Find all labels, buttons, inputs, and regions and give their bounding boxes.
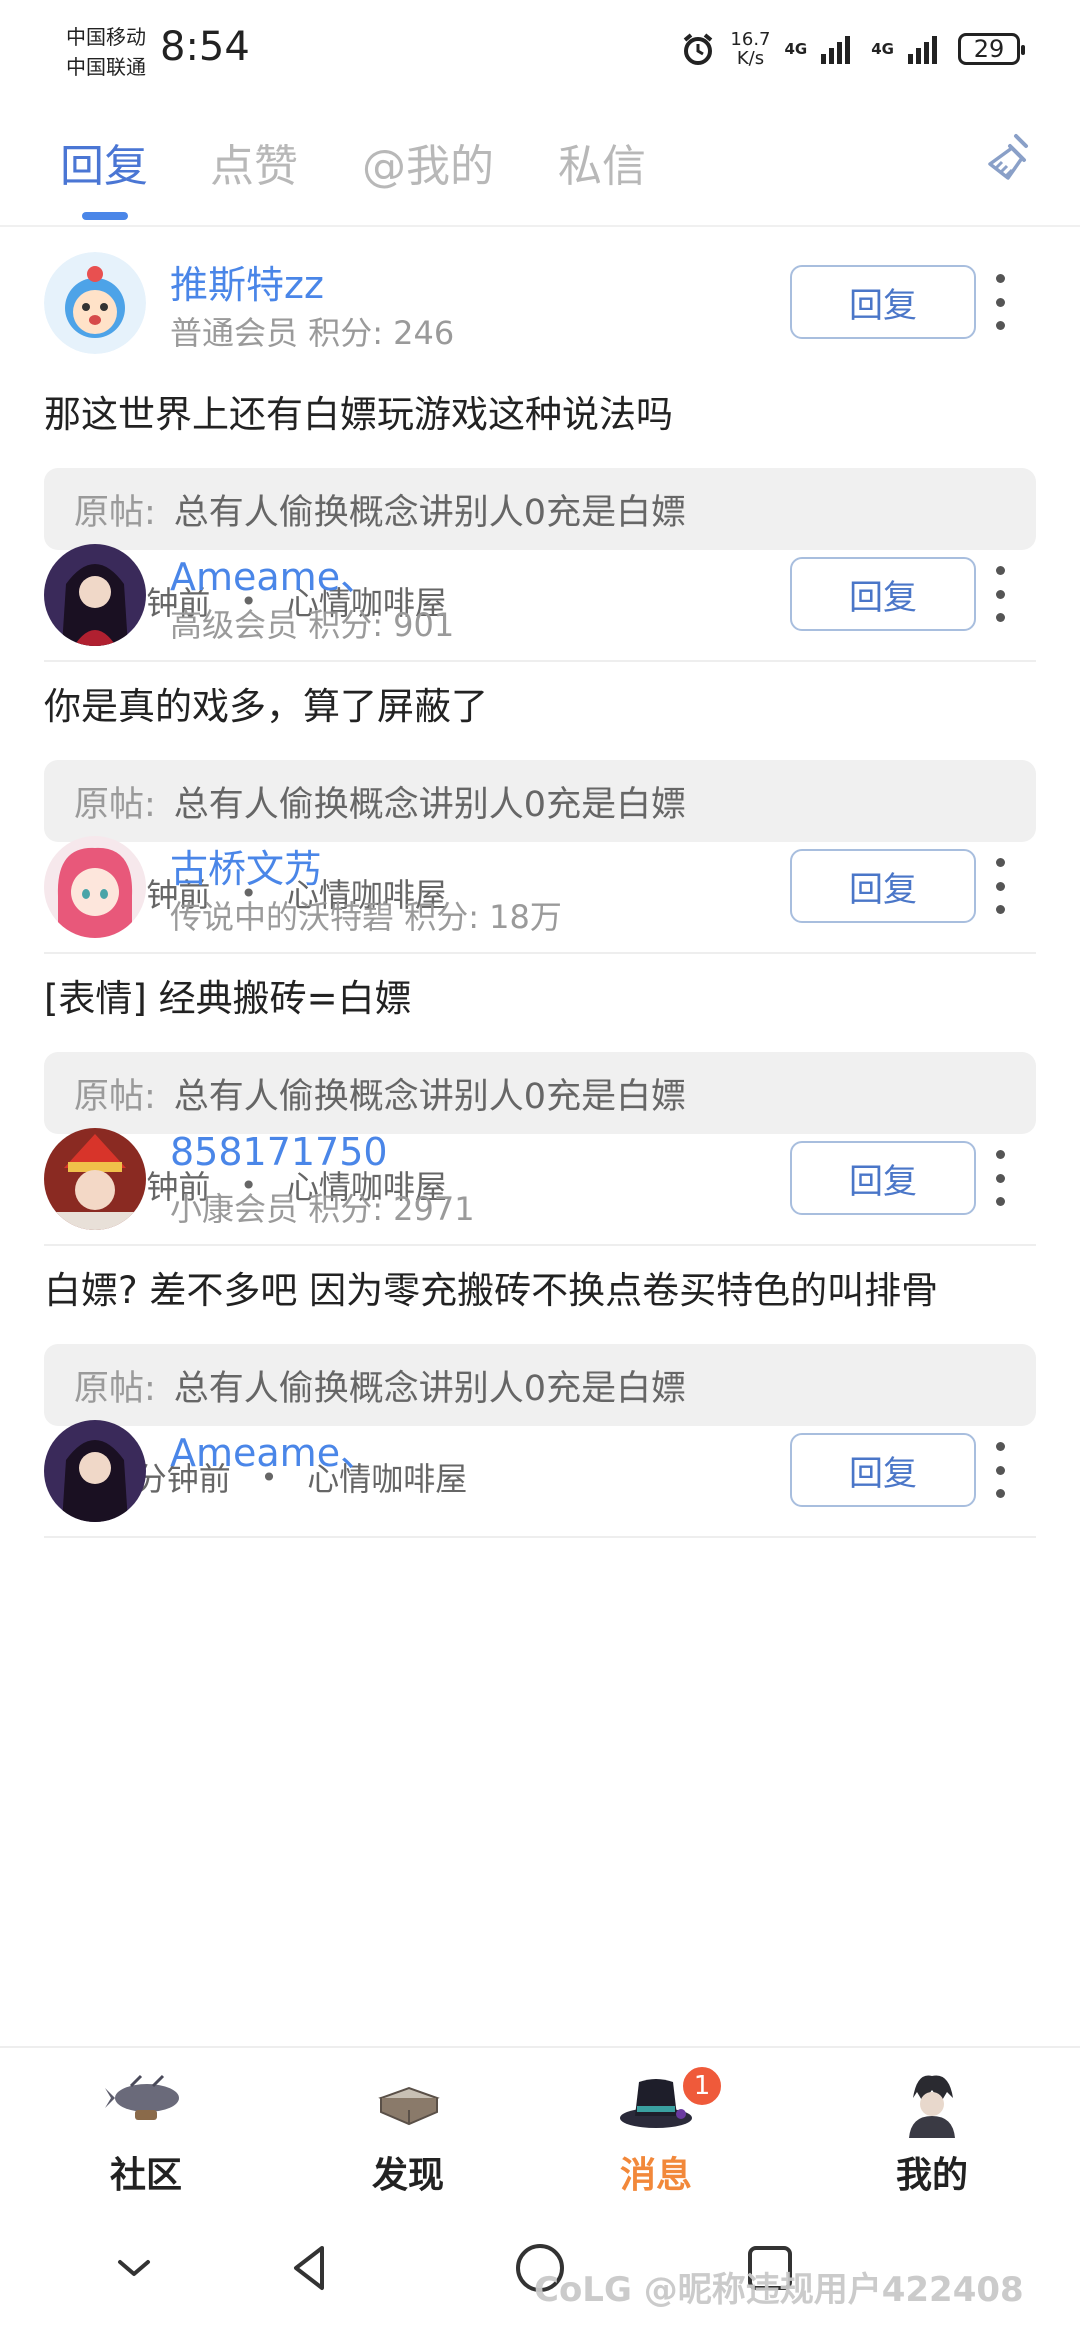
reply-list: 推斯特zz 普通会员 积分: 246 回复 那这世界上还有白嫖玩游戏这种说法吗 … <box>0 228 1080 2046</box>
reply-button[interactable]: 回复 <box>790 265 976 339</box>
unread-badge: 1 <box>680 2064 724 2108</box>
nav-profile-label: 我的 <box>895 2155 968 2196</box>
message-tabs: 回复 点赞 @我的 私信 <box>0 100 1080 227</box>
status-bar: 中国移动 中国联通 8:54 16.7 K/s 4G 4G 29 <box>0 0 1080 100</box>
airship-icon <box>105 2074 179 2120</box>
clear-broom-icon[interactable] <box>982 130 1038 186</box>
collapse-chevron-icon[interactable] <box>104 2238 164 2298</box>
username[interactable]: 推斯特zz <box>170 254 324 309</box>
reply-button[interactable]: 回复 <box>790 557 976 631</box>
user-meta: 高级会员 积分: 901 <box>170 600 454 646</box>
status-icons: 16.7 K/s 4G 4G 29 <box>680 30 1025 68</box>
username[interactable]: Ameame、 <box>170 1422 378 1477</box>
avatar[interactable] <box>44 1128 146 1230</box>
carrier-info: 中国移动 中国联通 <box>66 22 146 82</box>
avatar[interactable] <box>44 1420 146 1522</box>
more-options-icon[interactable] <box>990 566 1010 622</box>
alarm-icon <box>684 33 713 65</box>
user-score: 积分: 901 <box>308 606 455 644</box>
signal-icon <box>821 36 851 64</box>
more-options-icon[interactable] <box>990 274 1010 330</box>
username[interactable]: 858171750 <box>170 1130 388 1174</box>
status-time: 8:54 <box>160 24 250 70</box>
member-level: 小康会员 <box>170 1190 299 1228</box>
tab-mentions[interactable]: @我的 <box>362 130 494 194</box>
nav-profile[interactable]: 我的 <box>842 2068 1022 2198</box>
nav-messages-label: 消息 <box>619 2155 692 2196</box>
back-icon[interactable] <box>280 2238 340 2298</box>
user-score: 积分: 18万 <box>404 898 562 936</box>
reply-item[interactable]: Ameame、 回复 <box>0 1396 1080 1832</box>
nav-community[interactable]: 社区 <box>56 2068 236 2198</box>
nav-discover[interactable]: 发现 <box>318 2068 498 2198</box>
signal-icon-2 <box>908 36 937 64</box>
user-score: 积分: 246 <box>308 314 455 352</box>
more-options-icon[interactable] <box>990 858 1010 914</box>
reply-button[interactable]: 回复 <box>790 849 976 923</box>
speed-value: 16.7 <box>730 29 771 50</box>
watermark: CoLG @昵称违规用户422408 <box>534 2270 1024 2310</box>
network-type-2: 4G <box>871 40 894 58</box>
battery-level: 29 <box>973 35 1005 63</box>
network-speed: 16.7 K/s <box>730 30 770 68</box>
character-icon <box>909 2075 955 2138</box>
tab-likes[interactable]: 点赞 <box>210 130 298 194</box>
member-level: 传说中的沃特碧 <box>170 898 395 936</box>
bottom-nav: 社区 发现 消息 1 我的 <box>0 2046 1080 2200</box>
username[interactable]: Ameame、 <box>170 546 378 601</box>
member-level: 普通会员 <box>170 314 299 352</box>
avatar[interactable] <box>44 836 146 938</box>
speed-unit: K/s <box>736 48 765 69</box>
member-level: 高级会员 <box>170 606 299 644</box>
active-tab-indicator <box>82 212 128 220</box>
carrier-1: 中国移动 <box>66 25 146 49</box>
nav-community-label: 社区 <box>109 2155 182 2196</box>
reply-button[interactable]: 回复 <box>790 1433 976 1507</box>
avatar-image <box>44 1128 146 1230</box>
avatar-image <box>44 1420 146 1522</box>
avatar[interactable] <box>44 252 146 354</box>
more-options-icon[interactable] <box>990 1442 1010 1498</box>
reply-content[interactable]: 你是真的戏多，算了屏蔽了 <box>44 676 488 730</box>
book-icon <box>378 2086 440 2126</box>
nav-discover-label: 发现 <box>371 2155 444 2196</box>
more-options-icon[interactable] <box>990 1150 1010 1206</box>
username[interactable]: 古桥文艿 <box>170 838 322 893</box>
user-meta: 小康会员 积分: 2971 <box>170 1184 475 1230</box>
carrier-2: 中国联通 <box>66 55 146 79</box>
avatar-image <box>44 252 146 354</box>
battery-icon: 29 <box>958 33 1025 65</box>
network-type-1: 4G <box>784 40 808 58</box>
avatar-image <box>44 544 146 646</box>
reply-content[interactable]: 白嫖? 差不多吧 因为零充搬砖不换点卷买特色的叫排骨 <box>44 1260 938 1314</box>
avatar-image <box>44 836 146 938</box>
user-score: 积分: 2971 <box>308 1190 475 1228</box>
reply-content[interactable]: 那这世界上还有白嫖玩游戏这种说法吗 <box>44 384 673 438</box>
tab-reply[interactable]: 回复 <box>60 130 148 194</box>
reply-button[interactable]: 回复 <box>790 1141 976 1215</box>
nav-messages[interactable]: 消息 1 <box>566 2064 746 2198</box>
tab-private-messages[interactable]: 私信 <box>558 130 646 194</box>
avatar[interactable] <box>44 544 146 646</box>
reply-content[interactable]: [表情] 经典搬砖=白嫖 <box>44 968 412 1022</box>
user-meta: 传说中的沃特碧 积分: 18万 <box>170 892 562 938</box>
user-meta: 普通会员 积分: 246 <box>170 308 454 354</box>
